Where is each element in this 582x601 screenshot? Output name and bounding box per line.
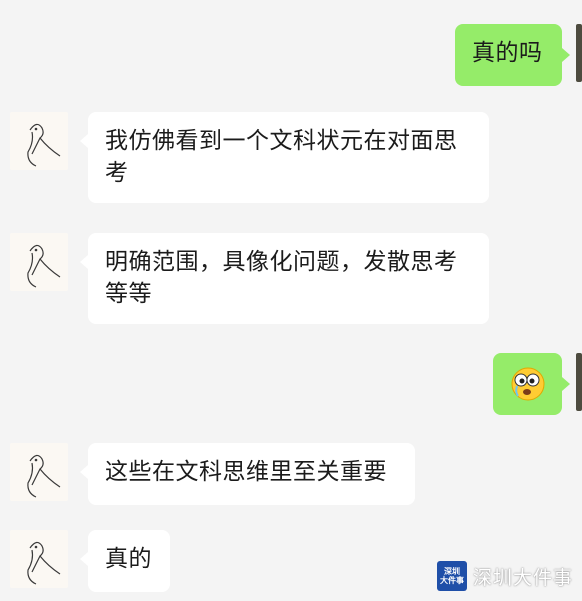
bubble-tail [562,48,570,62]
contact-avatar[interactable] [10,443,68,501]
message-bubble-contact[interactable]: 这些在文科思维里至关重要 [88,443,415,505]
contact-avatar[interactable] [10,112,68,170]
contact-avatar[interactable] [10,233,68,291]
bubble-tail [80,552,88,566]
message-bubble-mine[interactable]: 真的吗 [455,24,562,86]
message-bubble-contact[interactable]: 明确范围，具像化问题，发散思考等等 [88,233,489,324]
bubble-tail [80,465,88,479]
message-bubble-contact[interactable]: 真的 [88,530,170,592]
sketch-avatar-icon [27,123,61,167]
bubble-tail [562,377,570,391]
watermark-logo: 深圳 大件事 [437,561,467,591]
sketch-avatar-icon [27,454,61,498]
watermark: 深圳 大件事 深圳大件事 [437,559,573,593]
message-bubble-contact[interactable]: 我仿佛看到一个文科状元在对面思考 [88,112,489,203]
watermark-logo-line2: 大件事 [440,576,464,585]
sketch-avatar-icon [27,541,61,585]
crying-face-emoji-icon [511,367,544,401]
bubble-tail [80,134,88,148]
contact-avatar[interactable] [10,530,68,588]
sketch-avatar-icon [27,244,61,288]
my-avatar[interactable] [576,353,582,411]
bubble-tail [80,255,88,269]
message-bubble-mine-emoji[interactable] [493,353,562,415]
my-avatar[interactable] [576,24,582,82]
watermark-text: 深圳大件事 [473,566,574,589]
watermark-logo-line1: 深圳 [444,567,460,576]
